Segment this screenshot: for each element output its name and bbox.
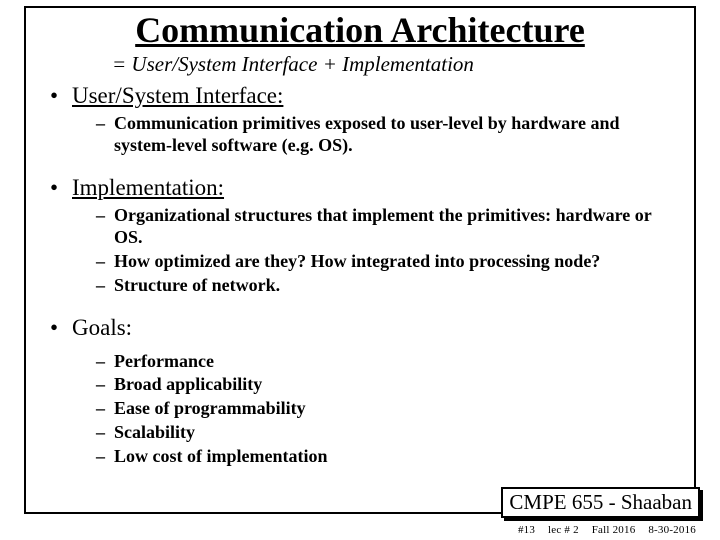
dash-icon: –: [96, 446, 114, 468]
page-title: Communication Architecture: [44, 12, 676, 50]
list-item: –Low cost of implementation: [96, 446, 676, 468]
dash-icon: –: [96, 422, 114, 444]
date-label: 8-30-2016: [648, 524, 696, 536]
list-item: –Organizational structures that implemen…: [96, 205, 676, 249]
list-item: –Communication primitives exposed to use…: [96, 113, 676, 157]
list-item: –Ease of programmability: [96, 398, 676, 420]
term-label: Fall 2016: [592, 524, 636, 536]
bullet-icon: •: [50, 315, 72, 341]
dash-icon: –: [96, 351, 114, 373]
dash-icon: –: [96, 275, 114, 297]
dash-icon: –: [96, 251, 114, 273]
section-heading-goals: •Goals:: [50, 315, 676, 341]
slide-number: #13: [518, 524, 535, 536]
slide-frame: Communication Architecture = User/System…: [24, 6, 696, 514]
list-item: –Broad applicability: [96, 374, 676, 396]
section-heading-implementation: •Implementation:: [50, 175, 676, 201]
list-item: –Structure of network.: [96, 275, 676, 297]
dash-icon: –: [96, 398, 114, 420]
list-item: –How optimized are they? How integrated …: [96, 251, 676, 273]
bullet-icon: •: [50, 83, 72, 109]
bullet-icon: •: [50, 175, 72, 201]
dash-icon: –: [96, 113, 114, 135]
dash-icon: –: [96, 374, 114, 396]
course-badge: CMPE 655 - Shaaban: [501, 487, 700, 518]
lecture-number: lec # 2: [548, 524, 579, 536]
list-item: –Performance: [96, 351, 676, 373]
dash-icon: –: [96, 205, 114, 227]
section-heading-interface: •User/System Interface:: [50, 83, 676, 109]
subtitle: = User/System Interface + Implementation: [112, 52, 676, 77]
list-item: –Scalability: [96, 422, 676, 444]
slide-meta: #13 lec # 2 Fall 2016 8-30-2016: [508, 524, 696, 536]
